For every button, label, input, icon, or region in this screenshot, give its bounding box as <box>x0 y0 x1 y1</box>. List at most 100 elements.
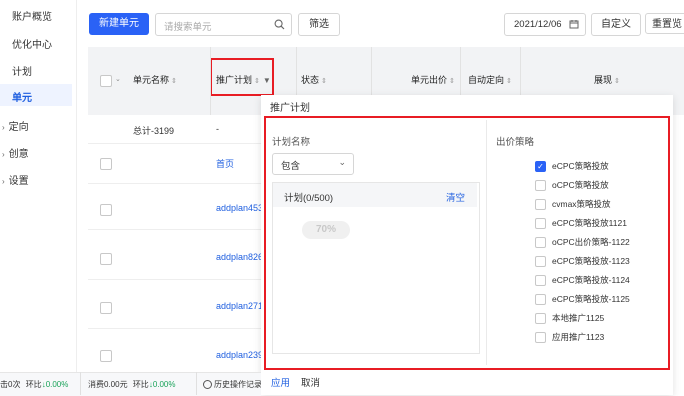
sidebar-item-creative[interactable]: › 创意 <box>2 145 29 160</box>
row-plan-link[interactable]: addplan453 <box>216 203 261 213</box>
strategy-option[interactable]: eCPC策略投放-1123 <box>535 255 630 267</box>
strategy-option[interactable]: eCPC策略投放-1124 <box>535 274 630 286</box>
sort-icon: ⇕ <box>171 78 177 85</box>
strategy-option[interactable]: eCPC策略投放-1125 <box>535 293 630 305</box>
footer-divider <box>80 372 81 395</box>
row-checkbox[interactable] <box>100 253 112 265</box>
strategy-option[interactable]: 应用推广1123 <box>535 331 604 343</box>
sort-icon: ⇕ <box>321 78 327 85</box>
total-row-plan: - <box>216 124 219 134</box>
sidebar-item-label: 创意 <box>8 149 29 160</box>
row-divider <box>88 229 268 230</box>
column-unit-name[interactable]: 单元名称 ⇕ <box>133 73 177 86</box>
row-checkbox[interactable] <box>100 302 112 314</box>
reset-button[interactable]: 重置览 <box>645 13 684 34</box>
filter-button[interactable]: 筛选 <box>298 13 340 36</box>
plan-list-panel <box>272 182 480 354</box>
checkbox <box>535 236 546 248</box>
checkbox <box>535 255 546 267</box>
chevron-right-icon: › <box>2 177 5 186</box>
sort-icon: ⇕ <box>614 78 620 85</box>
new-unit-button[interactable]: 新建单元 <box>89 13 149 35</box>
column-plan[interactable]: 推广计划 ⇕ ▼ <box>216 73 271 86</box>
checkbox <box>535 217 546 229</box>
sidebar-item-targeting[interactable]: › 定向 <box>2 118 29 133</box>
row-plan-link[interactable]: addplan271 <box>216 301 261 311</box>
match-type-select[interactable]: 包含 ⌄ <box>272 153 354 175</box>
chevron-right-icon: › <box>2 150 5 159</box>
row-divider <box>88 328 268 329</box>
plan-name-label: 计划名称 <box>272 137 311 148</box>
checkbox <box>535 198 546 210</box>
sort-icon: ⇕ <box>449 78 455 85</box>
strategy-option[interactable]: 本地推广1125 <box>535 312 604 324</box>
row-plan-link[interactable]: addplan826 <box>216 252 261 262</box>
match-type-value: 包含 <box>281 161 301 172</box>
strategy-option[interactable]: eCPC策略投放1121 <box>535 217 627 229</box>
cancel-button[interactable]: 取消 <box>301 375 320 389</box>
plan-list-count: 计划(0/500) <box>284 193 334 204</box>
history-link[interactable]: 历史操作记录 <box>203 379 261 390</box>
history-clock-icon <box>203 380 212 390</box>
date-picker[interactable]: 2021/12/06 <box>504 13 586 36</box>
checkbox <box>535 312 546 324</box>
sort-icon: ⇕ <box>506 78 512 85</box>
column-status[interactable]: 状态 ⇕ <box>301 73 327 86</box>
clear-link[interactable]: 清空 <box>446 190 465 204</box>
filter-funnel-icon: ▼ <box>262 76 271 85</box>
chevron-down-icon: ⌄ <box>338 157 346 167</box>
column-divider <box>520 47 521 95</box>
sidebar: 账户概览 优化中心 计划 单元 › 定向 › 创意 › 设置 <box>0 0 77 372</box>
strategy-option[interactable]: oCPC策略投放 <box>535 179 609 191</box>
select-all-checkbox[interactable] <box>100 75 112 87</box>
footer-divider <box>196 372 197 395</box>
row-plan-link[interactable]: addplan239 <box>216 350 261 360</box>
strategy-option[interactable]: oCPC出价策略-1122 <box>535 236 630 248</box>
calendar-icon <box>569 20 579 29</box>
chevron-down-icon[interactable]: ⌄ <box>115 75 121 83</box>
column-impressions[interactable]: 展现 ⇕ <box>594 73 620 86</box>
date-value: 2021/12/06 <box>514 19 562 30</box>
row-checkbox[interactable] <box>100 350 112 362</box>
search-icon[interactable] <box>274 19 285 30</box>
strategy-option[interactable]: ✓ eCPC策略投放 <box>535 160 609 172</box>
column-divider <box>371 47 372 95</box>
row-divider <box>88 143 268 144</box>
column-divider <box>296 47 297 95</box>
footer-clicks: 击0次 环比↓0.00% <box>0 380 69 389</box>
popup-divider <box>486 120 487 365</box>
column-unit-bid[interactable]: 单元出价 ⇕ <box>411 73 455 86</box>
total-row-label: 总计-3199 <box>133 126 175 136</box>
column-divider <box>210 47 211 115</box>
search-input[interactable]: 请搜索单元 <box>155 13 292 36</box>
popup-title: 推广计划 <box>270 103 310 114</box>
row-checkbox[interactable] <box>100 158 112 170</box>
sidebar-item-label: 设置 <box>8 176 29 187</box>
checkbox <box>535 274 546 286</box>
sidebar-active-bg <box>0 84 72 106</box>
checkbox-checked-icon: ✓ <box>535 160 546 172</box>
sidebar-item-overview[interactable]: 账户概览 <box>12 8 52 23</box>
sidebar-item-settings[interactable]: › 设置 <box>2 172 29 187</box>
sidebar-item-optimization[interactable]: 优化中心 <box>12 36 52 51</box>
strategy-option[interactable]: cvmax策略投放 <box>535 198 611 210</box>
column-auto-targeting[interactable]: 自动定向 ⇕ <box>468 73 512 86</box>
sidebar-item-unit[interactable]: 单元 <box>12 89 32 104</box>
checkbox <box>535 179 546 191</box>
footer-spend: 消费0.00元 环比↓0.00% <box>88 380 176 389</box>
column-divider <box>460 47 461 95</box>
bid-strategy-label: 出价策略 <box>496 137 535 148</box>
row-divider <box>88 279 268 280</box>
checkbox <box>535 293 546 305</box>
row-plan-link[interactable]: 首页 <box>216 157 234 170</box>
row-divider <box>88 183 268 184</box>
row-checkbox[interactable] <box>100 204 112 216</box>
sidebar-item-label: 定向 <box>8 122 29 133</box>
sidebar-item-plan[interactable]: 计划 <box>12 63 32 78</box>
apply-button[interactable]: 应用 <box>271 375 290 389</box>
loading-pill: 70% <box>302 221 350 239</box>
custom-button[interactable]: 自定义 <box>591 13 641 36</box>
search-placeholder: 请搜索单元 <box>164 22 212 33</box>
checkbox <box>535 331 546 343</box>
sort-icon: ⇕ <box>254 78 260 85</box>
